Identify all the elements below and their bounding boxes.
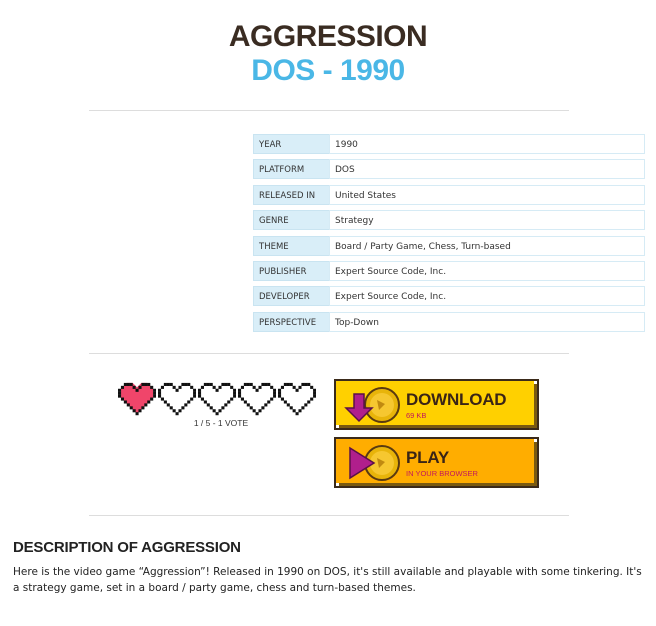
- heart-empty-icon[interactable]: [278, 382, 316, 416]
- play-button[interactable]: PLAY IN YOUR BROWSER: [334, 437, 539, 488]
- play-triangle-icon: [349, 445, 400, 481]
- info-key: THEME: [253, 235, 329, 256]
- button-shadow: [534, 442, 537, 486]
- info-key: DEVELOPER: [253, 286, 329, 307]
- info-key: GENRE: [253, 210, 329, 231]
- game-subtitle: DOS - 1990: [251, 54, 405, 87]
- play-label: PLAY: [406, 448, 449, 467]
- info-row-perspective: PERSPECTIVE Top-Down: [253, 311, 645, 332]
- download-arrow-icon: [344, 387, 400, 423]
- download-label: DOWNLOAD: [406, 390, 507, 409]
- description-title: DESCRIPTION OF AGGRESSION: [13, 539, 241, 556]
- info-value: Expert Source Code, Inc.: [329, 260, 645, 281]
- info-row-genre: GENRE Strategy: [253, 210, 645, 231]
- info-value: Strategy: [329, 210, 645, 231]
- info-key: YEAR: [253, 134, 329, 154]
- heart-empty-icon[interactable]: [238, 382, 276, 416]
- info-value: United States: [329, 184, 645, 205]
- heart-filled-icon[interactable]: [118, 382, 156, 416]
- divider: [89, 515, 569, 516]
- description-text: Here is the video game “Aggression”! Rel…: [13, 566, 642, 594]
- heart-empty-icon[interactable]: [198, 382, 236, 416]
- info-row-released-in: RELEASED IN United States: [253, 184, 645, 205]
- info-row-publisher: PUBLISHER Expert Source Code, Inc.: [253, 260, 645, 281]
- info-value: Top-Down: [329, 311, 645, 332]
- heart-empty-icon[interactable]: [158, 382, 196, 416]
- info-key: PLATFORM: [253, 159, 329, 180]
- info-key: PUBLISHER: [253, 260, 329, 281]
- play-sublabel: IN YOUR BROWSER: [406, 469, 478, 478]
- button-shadow: [534, 384, 537, 428]
- game-title: AGGRESSION: [228, 20, 428, 53]
- info-value: Board / Party Game, Chess, Turn-based: [329, 235, 645, 256]
- download-button[interactable]: DOWNLOAD 69 KB: [334, 379, 539, 430]
- info-value: DOS: [329, 159, 645, 180]
- info-key: RELEASED IN: [253, 184, 329, 205]
- info-row-developer: DEVELOPER Expert Source Code, Inc.: [253, 286, 645, 307]
- info-row-theme: THEME Board / Party Game, Chess, Turn-ba…: [253, 235, 645, 256]
- info-row-platform: PLATFORM DOS: [253, 159, 645, 180]
- info-value: Expert Source Code, Inc.: [329, 286, 645, 307]
- info-row-year: YEAR 1990: [253, 134, 645, 154]
- divider: [89, 353, 569, 354]
- rating-hearts: [118, 382, 318, 416]
- rating-text: 1 / 5 - 1 VOTE: [193, 418, 249, 428]
- download-size: 69 KB: [406, 411, 427, 420]
- info-table: YEAR 1990 PLATFORM DOS RELEASED IN Unite…: [253, 134, 645, 337]
- info-key: PERSPECTIVE: [253, 311, 329, 332]
- info-value: 1990: [329, 134, 645, 154]
- divider: [89, 110, 569, 111]
